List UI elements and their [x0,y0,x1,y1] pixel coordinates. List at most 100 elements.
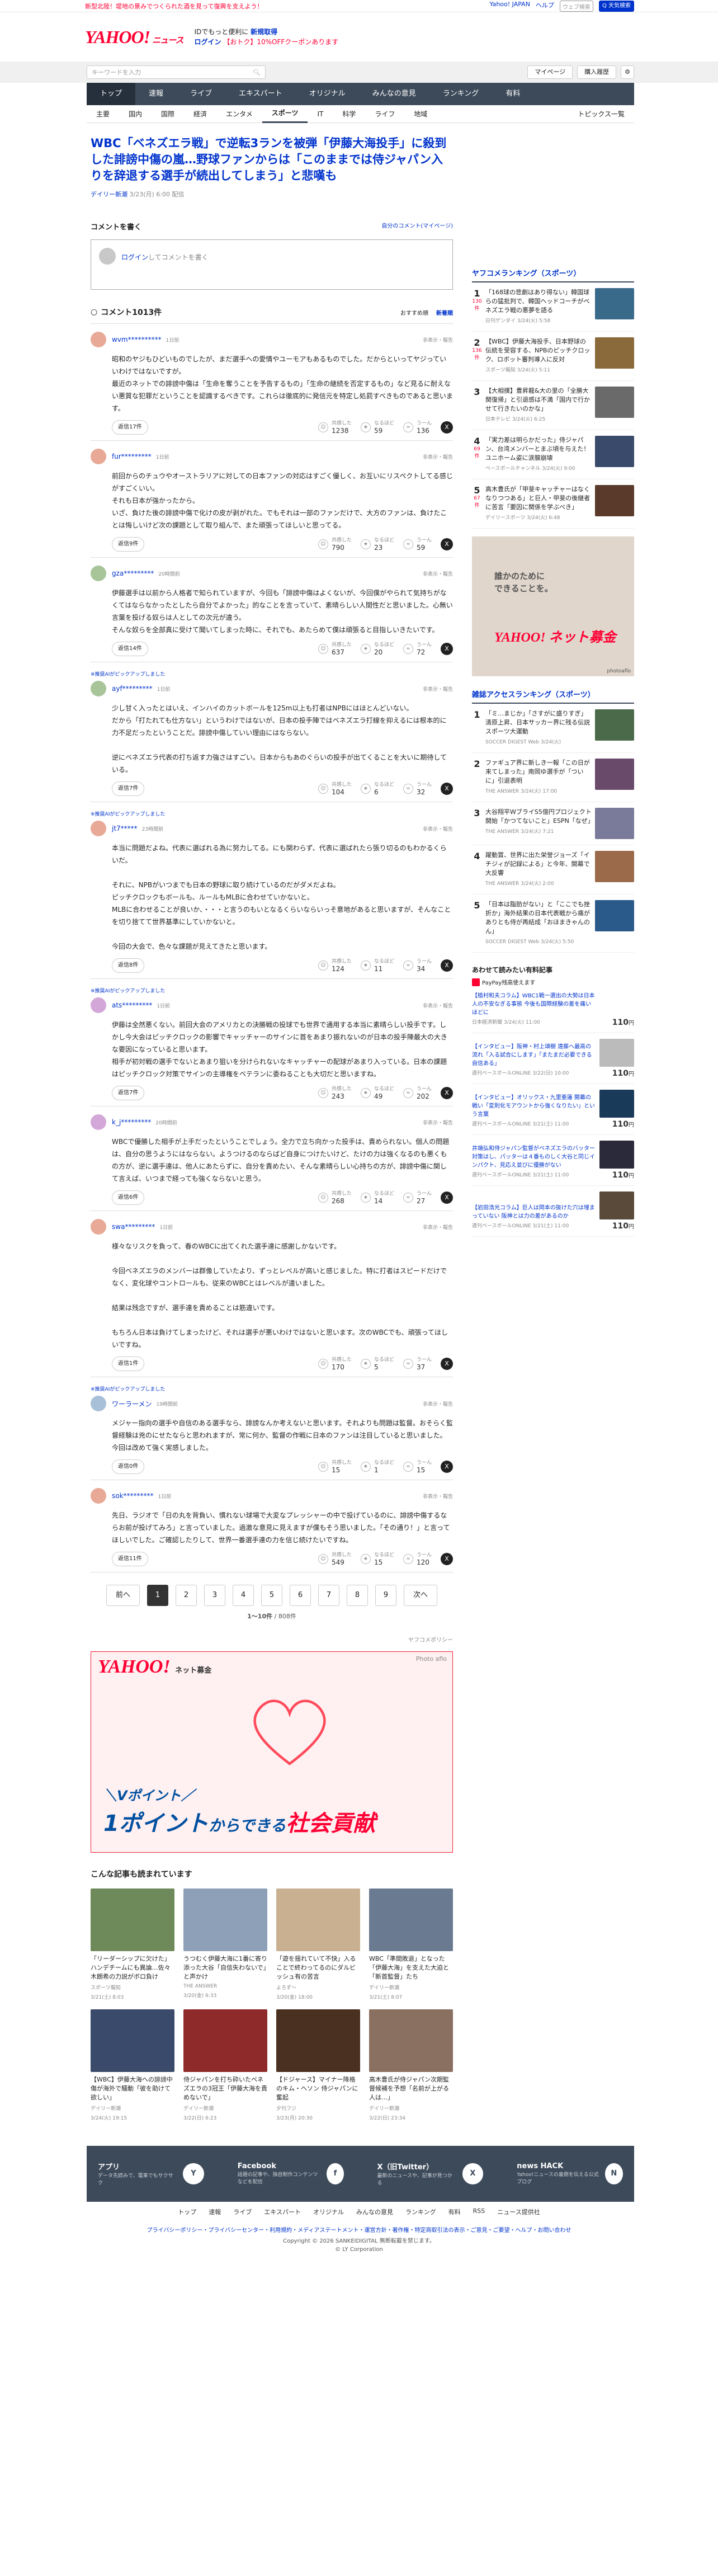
ranking-item[interactable]: 2 136件 【WBC】伊藤大海投手、日本野球の伝統を受容する、NPBのピッチクロッ… [472,332,634,381]
topics-list-link[interactable]: トピックス一覧 [568,106,634,123]
report-link[interactable]: 非表示・報告 [423,1002,453,1009]
replies-button[interactable]: 返信8件 [112,958,145,973]
comment-username[interactable]: gza********* [112,569,154,577]
article-title[interactable]: WBC「ベネズエラ戦」で逆転3ランを被弾「伊藤大海投手」に殺到した誹謗中傷の嵐…… [91,135,453,184]
replies-button[interactable]: 返信17件 [112,420,148,435]
comment-username[interactable]: fur********* [112,453,152,460]
reaction-hmm-button[interactable]: ≈ うーん 59 [403,538,432,552]
cat-life[interactable]: ライフ [365,106,404,123]
avatar[interactable] [91,1396,106,1411]
nav-expert[interactable]: エキスパート [225,83,296,105]
comment-username[interactable]: wvm********** [112,336,162,343]
footer-links[interactable]: プライバシーポリシー・プライバシーセンター・利用規約・メディアステートメント・運… [0,2225,718,2234]
nav-breaking[interactable]: 速報 [135,83,177,105]
reaction-empathy-button[interactable]: ☺ 共感した 637 [318,642,352,656]
reaction-hmm-button[interactable]: ≈ うーん 32 [403,782,432,796]
page-9[interactable]: 9 [375,1585,396,1606]
page-6[interactable]: 6 [290,1585,311,1606]
paid-article-item[interactable]: 【インタビュー】オリックス・九里亜蓮 開幕の戦い「変則化モアウントから強くなりた… [472,1084,634,1135]
footer-nav-item[interactable]: オリジナル [313,2207,344,2216]
report-link[interactable]: 非表示・報告 [423,1492,453,1500]
comment-username[interactable]: k_j********* [112,1118,151,1126]
recommend-card[interactable]: うつむく伊藤大海に1番に寄り添った大谷「自信失わないで」と声かけ THE ANSW… [183,1889,267,2000]
report-link[interactable]: 非表示・報告 [423,570,453,577]
comment-username[interactable]: jt7***** [112,825,138,832]
reaction-understood-button[interactable]: ★ なるほど 15 [360,1552,394,1566]
paid-article-item[interactable]: 【植村和夫コラム】WBC1戦一選出の大勢は日本人の不安なぎる事態 今後も国際経験… [472,986,634,1033]
reaction-hmm-button[interactable]: ≈ うーん 27 [403,1191,432,1205]
report-link[interactable]: 非表示・報告 [423,1400,453,1407]
page-1[interactable]: 1 [147,1585,168,1606]
reaction-hmm-button[interactable]: ≈ うーん 120 [403,1552,432,1566]
news-search-input[interactable]: キーワードを入力 🔍︎ [87,65,266,79]
footer-nav-item[interactable]: トップ [178,2207,196,2216]
nav-original[interactable]: オリジナル [296,83,359,105]
x-share-icon[interactable]: X [441,959,453,972]
avatar[interactable] [91,1488,106,1504]
reaction-hmm-button[interactable]: ≈ うーん 72 [403,642,432,656]
sidebar-donation-banner[interactable]: 誰かのために できることを。 YAHOO! ネット募金 photoaflo [472,536,634,676]
avatar[interactable] [91,1114,106,1130]
nav-live[interactable]: ライブ [177,83,225,105]
footer-x-link[interactable]: X（旧Twitter） 最新のニュースや、記事が見つかる X [377,2161,484,2187]
reaction-hmm-button[interactable]: ≈ うーん 202 [403,1086,432,1100]
replies-button[interactable]: 返信6件 [112,1190,145,1205]
recommend-card[interactable]: 「リーダーシップに欠けた」ハンデチームにも異論…佐々木朗希の力説がボロ負け スポー… [91,1889,174,2000]
replies-button[interactable]: 返信7件 [112,1086,145,1100]
report-link[interactable]: 非表示・報告 [423,336,453,343]
reaction-empathy-button[interactable]: ☺ 共感した 124 [318,959,352,973]
ranking-item[interactable]: 3 【大相撲】豊昇龍&大の里の「全勝大関復帰」と引退感は不満「国内で行かせて行きた… [472,381,634,430]
my-comments-link[interactable]: 自分のコメント(マイページ) [381,221,453,232]
next-page-button[interactable]: 次へ [404,1585,437,1606]
footer-nav-item[interactable]: 有料 [448,2207,461,2216]
reaction-empathy-button[interactable]: ☺ 共感した 549 [318,1552,352,1566]
cat-entertainment[interactable]: エンタメ [216,106,262,123]
cat-it[interactable]: IT [308,106,333,123]
cat-world[interactable]: 国際 [152,106,184,123]
reaction-hmm-button[interactable]: ≈ うーん 37 [403,1357,432,1371]
web-search-button[interactable]: Q 天気検索 [598,0,634,12]
avatar[interactable] [91,681,106,696]
comment-username[interactable]: ats********* [112,1001,152,1009]
paid-article-item[interactable]: 【岩田浩光コラム】巨人は岡本の抜けた穴は埋まっていない 阪神とは力の差があるのか… [472,1186,634,1237]
recommend-card[interactable]: 【ドジャース】マイナー降格のキム・ヘソン 侍ジャパンに奮起 夕刊フジ 3/23(月)… [276,2009,360,2121]
comment-username[interactable]: ayf********* [112,685,153,693]
mypage-button[interactable]: マイページ [527,65,573,79]
reaction-understood-button[interactable]: ★ なるほど 6 [360,782,394,796]
comment-login-link[interactable]: ログイン [121,253,148,261]
x-share-icon[interactable]: X [441,1358,453,1370]
topstrip-announcement[interactable]: 新型北陸！堤地の景みでつくられた酒を見って復興を支えよう！ [85,2,263,11]
ranking-item[interactable]: 1 130件 「168球の悲劇はあり得ない」韓国球らの猛批判で、韓国ヘッドコーチがベ… [472,282,634,332]
x-share-icon[interactable]: X [441,421,453,434]
report-link[interactable]: 非表示・報告 [423,453,453,460]
recommend-card[interactable]: WBC「準間敗退」となった「伊藤大海」を支えた大迫と「新首監督」たち デイリー新潮… [369,1889,453,2000]
help-link[interactable]: ヘルプ [536,1,554,12]
cat-main[interactable]: 主要 [87,106,119,123]
replies-button[interactable]: 返信0件 [112,1459,145,1474]
reaction-understood-button[interactable]: ★ なるほど 11 [360,959,394,973]
ranking-item[interactable]: 5 67件 高木豊氏が「甲斐キャッチャーはなくなりつつある」と巨人・甲斐の後継者に苦… [472,479,634,529]
reaction-understood-button[interactable]: ★ なるほど 23 [360,538,394,552]
sort-newest[interactable]: 新着順 [436,308,453,317]
avatar[interactable] [91,821,106,836]
replies-button[interactable]: 返信11件 [112,1552,148,1566]
report-link[interactable]: 非表示・報告 [423,825,453,832]
nav-top[interactable]: トップ [87,83,136,105]
reaction-understood-button[interactable]: ★ なるほど 14 [360,1191,394,1205]
ranking-item[interactable]: 4 躍動賞、世界に出た栄誉ジョーズ「イチジィが記録による」と今年、開幕で大反響 TH… [472,845,634,894]
footer-app-link[interactable]: アプリ データ先読みで、電車でもサクサク Y [98,2161,204,2187]
x-share-icon[interactable]: X [441,1087,453,1099]
page-3[interactable]: 3 [204,1585,225,1606]
reaction-empathy-button[interactable]: ☺ 共感した 104 [318,782,352,796]
page-4[interactable]: 4 [233,1585,254,1606]
page-8[interactable]: 8 [347,1585,368,1606]
cat-domestic[interactable]: 国内 [119,106,152,123]
report-link[interactable]: 非表示・報告 [423,1119,453,1126]
login-link[interactable]: ログイン [194,38,221,46]
footer-nav-item[interactable]: 速報 [209,2207,221,2216]
reaction-empathy-button[interactable]: ☺ 共感した 243 [318,1086,352,1100]
reaction-understood-button[interactable]: ★ なるほど 49 [360,1086,394,1100]
avatar[interactable] [91,332,106,347]
comment-policy-link[interactable]: ヤフコメポリシー [91,1635,453,1643]
recommend-card[interactable]: 「遊を揺れていて不快」入ることで終わってるのにダルビッシュ有の苦言 よろず〜 3/2… [276,1889,360,2000]
